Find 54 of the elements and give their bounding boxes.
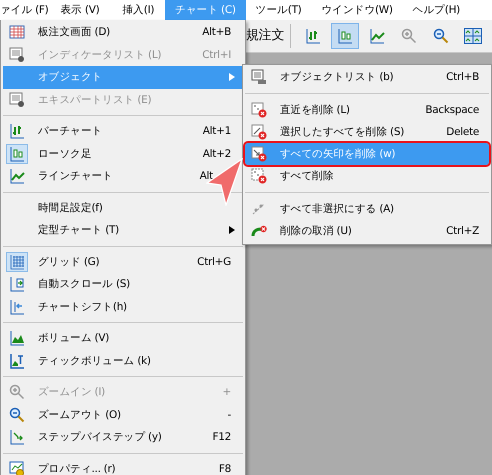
candlestick-icon	[9, 146, 25, 162]
menu-item[interactable]: 定型チャート (T)	[3, 219, 243, 242]
volume-icon	[9, 330, 25, 346]
menu-item[interactable]: ボリューム (V)	[3, 327, 243, 350]
properties-icon	[9, 460, 25, 475]
zoom-out-icon	[9, 406, 25, 423]
bar-chart-icon	[9, 123, 25, 140]
tick-volume-icon	[9, 352, 25, 369]
delete-object-icon	[251, 102, 267, 118]
chart-shift-icon	[9, 298, 25, 315]
menu-bar-item[interactable]: ツール(T)	[246, 0, 312, 20]
menu-bar-item[interactable]: 表示 (V)	[48, 0, 112, 20]
menu-item[interactable]: ステップバイステップ (y) F12	[3, 426, 243, 448]
menu-item[interactable]: 直近を削除 (L) Backspace	[245, 99, 489, 121]
delete-object-icon	[251, 146, 267, 162]
auto-scroll-icon	[9, 276, 25, 292]
delete-object-icon	[251, 168, 267, 184]
menu-item[interactable]: バーチャート Alt+1	[3, 120, 243, 142]
menu-bar-item[interactable]: ァイル (F)	[0, 0, 48, 20]
menu-item[interactable]: オブジェクトリスト (b) Ctrl+B	[245, 66, 489, 88]
menu-item[interactable]: 時間足設定(f)	[3, 196, 243, 219]
menu-bar-item[interactable]: ウインドウ(W)	[311, 0, 403, 20]
menu-item[interactable]: すべて削除	[245, 165, 489, 187]
delete-object-icon	[251, 124, 267, 140]
menu-item[interactable]: ラインチャート Alt	[3, 165, 243, 188]
zoom-out-icon	[433, 28, 450, 44]
line-chart-icon	[369, 28, 386, 44]
zoom-in-icon	[9, 384, 25, 400]
tile-windows-icon	[464, 28, 482, 44]
menu-item[interactable]: グリッド (G) Ctrl+G	[3, 250, 243, 273]
zoom-in-icon	[401, 28, 418, 44]
menu-item[interactable]: 削除の取消 (U) Ctrl+Z	[245, 220, 489, 242]
menu-item[interactable]: ティックボリューム (k)	[3, 350, 243, 372]
menu-item[interactable]: 板注文画面 (D) Alt+B	[3, 21, 243, 44]
menu-item[interactable]: ローソク足 Alt+2	[3, 142, 243, 165]
menu-bar-item[interactable]: ヘルプ(H)	[402, 0, 470, 20]
toolbar-button[interactable]	[331, 23, 360, 49]
menu-bar-item[interactable]: 挿入(I)	[111, 0, 166, 20]
step-icon	[9, 429, 25, 446]
menu-item[interactable]: チャートシフト(h)	[3, 296, 243, 318]
undo-icon	[251, 223, 267, 239]
menu-item[interactable]: 選択したすべてを削除 (S) Delete	[245, 121, 489, 143]
table-icon	[9, 24, 25, 40]
menu-item[interactable]: プロパティ... (r) F8	[3, 458, 243, 475]
object-list-icon	[251, 69, 267, 85]
list-icon	[9, 46, 25, 63]
list-icon	[9, 92, 25, 108]
line-chart-icon	[9, 168, 25, 184]
bar-chart-icon	[305, 28, 322, 44]
grid-icon	[9, 254, 25, 270]
menu-item[interactable]: すべて非選択にする (A)	[245, 198, 489, 220]
candlestick-icon	[337, 28, 354, 44]
menu-item[interactable]: ズームアウト (O) -	[3, 404, 243, 426]
menu-item[interactable]: 自動スクロール (S)	[3, 273, 243, 296]
